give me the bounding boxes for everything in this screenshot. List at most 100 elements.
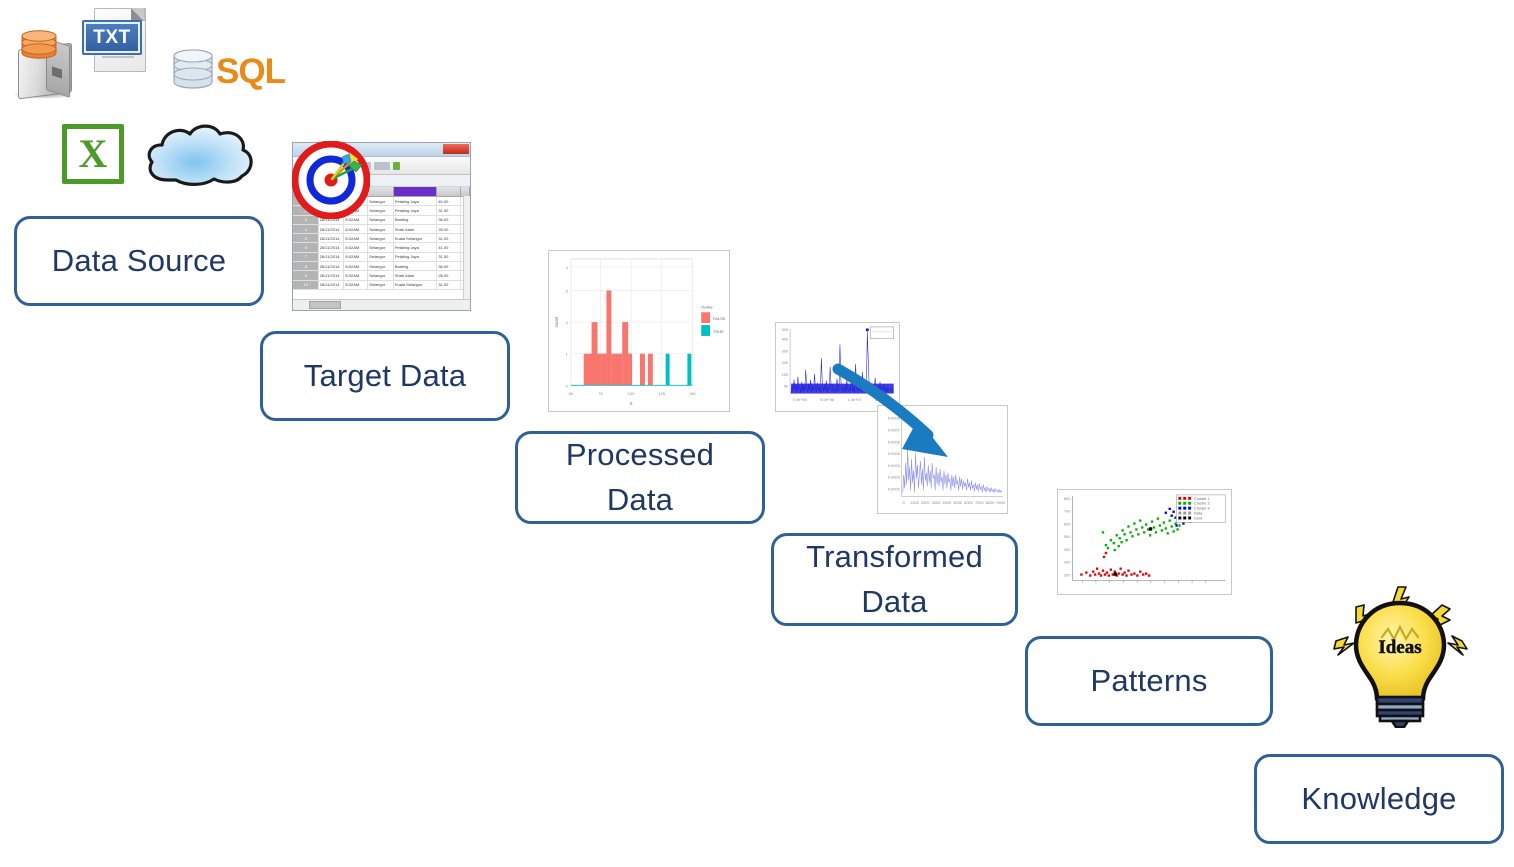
table-row[interactable]: 6 26/11/2014 8:02AM Selangor Petaling Jaya 41… (293, 243, 470, 253)
table-row[interactable]: 7 26/11/2014 8:02AM Selangor Petaling Jaya 31… (293, 252, 470, 263)
table-cell: 41.00 (437, 243, 462, 252)
svg-text:300: 300 (1064, 560, 1071, 565)
excel-x-glyph: X (78, 131, 108, 176)
table-cell: 40.00 (437, 197, 462, 206)
stage-label-text: Data Source (51, 242, 227, 278)
stage-label-text: Knowledge (1301, 780, 1457, 816)
vertical-scrollbar[interactable] (463, 196, 470, 299)
svg-text:1: 1 (566, 352, 568, 357)
svg-text:6000: 6000 (964, 500, 974, 505)
svg-text:8000: 8000 (986, 500, 996, 505)
table-cell: 8:02AM (344, 252, 369, 262)
table-cell: Kuala Selangor (394, 280, 438, 289)
patterns-scatter-panel: 800 700 600 500 400 300 200 Cluster 1 Cl… (1057, 489, 1232, 595)
table-cell: Selangor (368, 215, 394, 224)
toolbar-icon[interactable] (393, 161, 400, 170)
stage-label-knowledge[interactable]: Knowledge (1254, 754, 1504, 844)
table-cell: 8:02AM (344, 262, 369, 271)
svg-text:400: 400 (1064, 547, 1071, 552)
table-cell: 26/11/2014 (319, 280, 345, 289)
cloud-storage-icon (147, 124, 253, 186)
table-row[interactable]: 9 26/11/2014 8:02AM Selangor Shah Alam 28.00 (293, 271, 470, 281)
stage-label-text: Patterns (1090, 662, 1208, 698)
table-cell: 36.00 (437, 262, 462, 271)
svg-text:4000: 4000 (943, 500, 953, 505)
sql-database-icon: SQL (172, 48, 286, 96)
table-cell: Selangor (368, 234, 394, 243)
curved-down-right-arrow-icon (832, 363, 948, 457)
table-row[interactable]: 8 26/11/2014 8:02AM Selangor Banting 36.00 (293, 262, 470, 272)
table-cell: 10 (293, 280, 319, 289)
close-icon[interactable] (443, 144, 469, 154)
svg-text:Cent: Cent (1194, 515, 1203, 520)
stage-label-target-data[interactable]: Target Data (260, 331, 510, 421)
diagram-canvas: TXT SQL X Selangor Petaling Jaya 40.00 S… (0, 0, 1514, 867)
table-cell: Selangor (368, 271, 394, 280)
table-cell: 8:02AM (344, 280, 369, 289)
table-cell: 8:02AM (344, 243, 369, 252)
target-dartboard-icon (292, 141, 370, 219)
table-cell: Petaling Jaya (394, 206, 438, 215)
table-cell: 31.00 (437, 206, 462, 215)
table-row[interactable]: 5 26/11/2014 8:02AM Selangor Kuala Selangor 3… (293, 234, 470, 244)
stage-label-text: Processed (565, 436, 715, 472)
svg-text:200: 200 (1064, 572, 1071, 577)
transformed-data-figure-group: 500 400 300 200 100 50 0.0e+00 5.0e+06 1.0e… (775, 322, 1015, 514)
data-source-icon-group: TXT SQL X (0, 0, 290, 200)
table-cell: 26/11/2014 (319, 243, 345, 252)
txt-file-icon: TXT (0, 0, 160, 80)
stage-label-text: Transformed (806, 538, 983, 574)
table-cell: Selangor (368, 224, 394, 234)
stage-label-text: Target Data (303, 357, 467, 393)
stage-label-data-source[interactable]: Data Source (14, 216, 264, 306)
svg-text:500: 500 (782, 327, 789, 332)
stage-label-text: Data (861, 583, 928, 619)
stage-label-transformed-data[interactable]: Transformed Data (771, 533, 1018, 626)
svg-text:300: 300 (782, 348, 789, 353)
table-row[interactable]: 4 26/11/2014 8:02AM Selangor Shah Alam 28.00 (293, 224, 470, 235)
table-cell: Selangor (368, 252, 394, 262)
svg-text:count: count (554, 316, 559, 328)
excel-spreadsheet-icon: X (62, 124, 124, 184)
svg-text:100: 100 (628, 391, 635, 396)
table-cell: Banting (394, 215, 438, 224)
svg-text:Outlier: Outlier (701, 304, 713, 309)
svg-text:9000: 9000 (997, 500, 1007, 505)
table-cell: Petaling Jaya (394, 252, 438, 262)
table-cell: 7 (293, 252, 319, 262)
toolbar-icon[interactable] (374, 161, 390, 170)
table-cell: 26/11/2014 (319, 234, 345, 243)
svg-text:TRUE: TRUE (713, 329, 724, 334)
table-cell: 31.00 (437, 252, 462, 262)
stage-label-processed-data[interactable]: Processed Data (515, 431, 765, 524)
svg-text:5000: 5000 (953, 500, 963, 505)
table-cell: 36.00 (437, 215, 462, 224)
stage-label-patterns[interactable]: Patterns (1025, 636, 1273, 726)
svg-text:3000: 3000 (932, 500, 942, 505)
table-cell: Selangor (368, 280, 394, 289)
svg-text:0.0e+00: 0.0e+00 (793, 397, 808, 402)
status-bar: 1 / 1 (1, 1) (293, 310, 470, 311)
scrollbar-thumb[interactable] (309, 301, 341, 309)
cluster-scatter-svg: 800700 600500 400300 200 Cluster 1 Clust… (1058, 490, 1231, 594)
svg-text:400: 400 (782, 337, 789, 342)
table-cell: 5 (293, 234, 319, 243)
table-cell: Petaling Jaya (394, 243, 438, 252)
svg-text:2000: 2000 (921, 500, 931, 505)
sql-text-label: SQL (216, 52, 286, 91)
svg-text:150: 150 (689, 391, 696, 396)
svg-text:500: 500 (1064, 534, 1071, 539)
table-cell: 26/11/2014 (319, 271, 345, 280)
stage-label-text: Data (606, 481, 674, 517)
horizontal-scrollbar[interactable] (293, 299, 470, 310)
svg-text:200: 200 (782, 360, 789, 365)
svg-text:X: X (630, 401, 633, 406)
table-cell: 9 (293, 271, 319, 280)
table-cell: Selangor (368, 243, 394, 252)
txt-badge-label: TXT (82, 20, 142, 55)
table-row[interactable]: 10 26/11/2014 8:02AM Selangor Kuala Selangor… (293, 280, 470, 290)
table-cell: 28.00 (437, 224, 462, 234)
svg-text:7000: 7000 (975, 500, 985, 505)
table-cell: 31.00 (437, 280, 462, 289)
table-cell: 6 (293, 243, 319, 252)
